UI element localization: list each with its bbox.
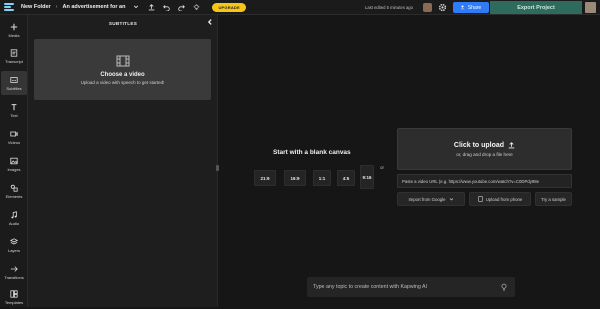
video-icon [10, 131, 18, 136]
click-to-upload-dropzone[interactable]: Click to upload or, drag and drop a file… [397, 128, 572, 170]
import-from-google-button[interactable]: Import from Google [397, 192, 465, 206]
plus-icon [10, 23, 18, 30]
upload-subtitle: or, drag and drop a file here [456, 151, 513, 157]
left-nav: Media Transcript Subtitles Text Videos I… [0, 15, 28, 307]
share-icon [460, 5, 465, 10]
redo-icon[interactable] [177, 3, 185, 11]
nav-layers[interactable]: Layers [1, 233, 27, 257]
ratio-16-9-button[interactable]: 16:9 [284, 170, 306, 186]
nav-text[interactable]: Text [1, 98, 27, 122]
undo-icon[interactable] [162, 3, 170, 11]
choose-video-title: Choose a video [100, 71, 145, 78]
import-google-label: Import from Google [408, 196, 446, 202]
upgrade-button[interactable]: UPGRADE [212, 2, 246, 12]
project-title[interactable]: An advertisement for an [63, 4, 126, 10]
nav-subtitles[interactable]: Subtitles [1, 71, 27, 95]
image-icon [10, 157, 18, 164]
transitions-icon [10, 265, 18, 272]
phone-icon [478, 196, 483, 202]
nav-transitions[interactable]: Transitions [1, 260, 27, 284]
gear-icon[interactable] [438, 3, 447, 12]
upload-from-phone-button[interactable]: Upload from phone [469, 192, 531, 206]
nav-templates-label: Templates [4, 299, 24, 305]
lightbulb-icon[interactable] [501, 283, 507, 291]
ai-prompt-placeholder: Type any topic to create content with Ka… [313, 284, 427, 290]
upload-icon[interactable] [147, 3, 155, 11]
magic-bulb-icon[interactable] [192, 3, 200, 11]
nav-templates[interactable]: Templates [1, 285, 27, 309]
chevron-down-icon[interactable] [132, 3, 140, 11]
film-icon [116, 55, 129, 66]
blank-canvas-title: Start with a blank canvas [273, 149, 351, 156]
ai-prompt-input[interactable]: Type any topic to create content with Ka… [307, 277, 515, 297]
subtitles-icon [10, 76, 18, 83]
subtitles-panel: SUBTITLES Choose a video Upload a video … [28, 15, 218, 307]
ratio-21-9-button[interactable]: 21:9 [254, 170, 276, 186]
nav-media[interactable]: Media [1, 18, 27, 42]
nav-subtitles-label: Subtitles [6, 85, 22, 91]
audio-icon [11, 210, 17, 218]
chevron-down-icon [449, 197, 453, 200]
ratio-9-16-button[interactable]: 9:16 [360, 165, 374, 189]
collaborator-avatar[interactable] [423, 3, 432, 12]
ratio-4-5-button[interactable]: 4:5 [337, 170, 355, 186]
nav-text-label: Text [10, 112, 18, 118]
transcript-icon [10, 48, 18, 57]
collapse-panel-icon[interactable] [206, 18, 214, 26]
nav-audio-label: Audio [8, 220, 20, 226]
breadcrumb-separator: › [55, 4, 58, 10]
nav-transcript-label: Transcript [5, 58, 23, 64]
kapwing-logo-icon[interactable] [4, 3, 16, 11]
nav-images[interactable]: Images [1, 152, 27, 176]
text-icon [11, 103, 17, 110]
upload-phone-label: Upload from phone [485, 196, 523, 202]
user-avatar[interactable] [585, 2, 596, 13]
folder-link[interactable]: New Folder [21, 4, 51, 10]
export-project-button[interactable]: Export Project [490, 1, 582, 14]
nav-videos[interactable]: Videos [1, 125, 27, 149]
templates-icon [10, 289, 18, 298]
nav-elements[interactable]: Elements [1, 179, 27, 203]
last-edited-status: Last edited 5 minutes ago [365, 5, 413, 10]
nav-elements-label: Elements [5, 193, 23, 199]
elements-icon [10, 184, 18, 192]
nav-layers-label: Layers [7, 247, 20, 253]
layers-icon [10, 237, 18, 244]
share-button[interactable]: Share [453, 2, 489, 13]
upload-title: Click to upload [453, 141, 505, 149]
nav-audio[interactable]: Audio [1, 206, 27, 230]
try-sample-button[interactable]: Try a sample [535, 192, 572, 206]
choose-video-dropzone[interactable]: Choose a video Upload a video with speec… [34, 39, 211, 100]
video-url-input[interactable]: Paste a video URL (e.g. https://www.yout… [397, 174, 572, 188]
panel-title: SUBTITLES [108, 21, 138, 26]
nav-media-label: Media [8, 32, 20, 38]
nav-transcript[interactable]: Transcript [1, 44, 27, 68]
nav-transitions-label: Transitions [4, 274, 24, 280]
ratio-1-1-button[interactable]: 1:1 [313, 170, 331, 186]
nav-images-label: Images [7, 166, 21, 172]
or-divider: or [380, 165, 385, 170]
upload-icon [508, 141, 515, 148]
share-label: Share [467, 4, 482, 11]
nav-videos-label: Videos [7, 139, 21, 145]
choose-video-subtitle: Upload a video with speech to get starte… [80, 79, 165, 85]
